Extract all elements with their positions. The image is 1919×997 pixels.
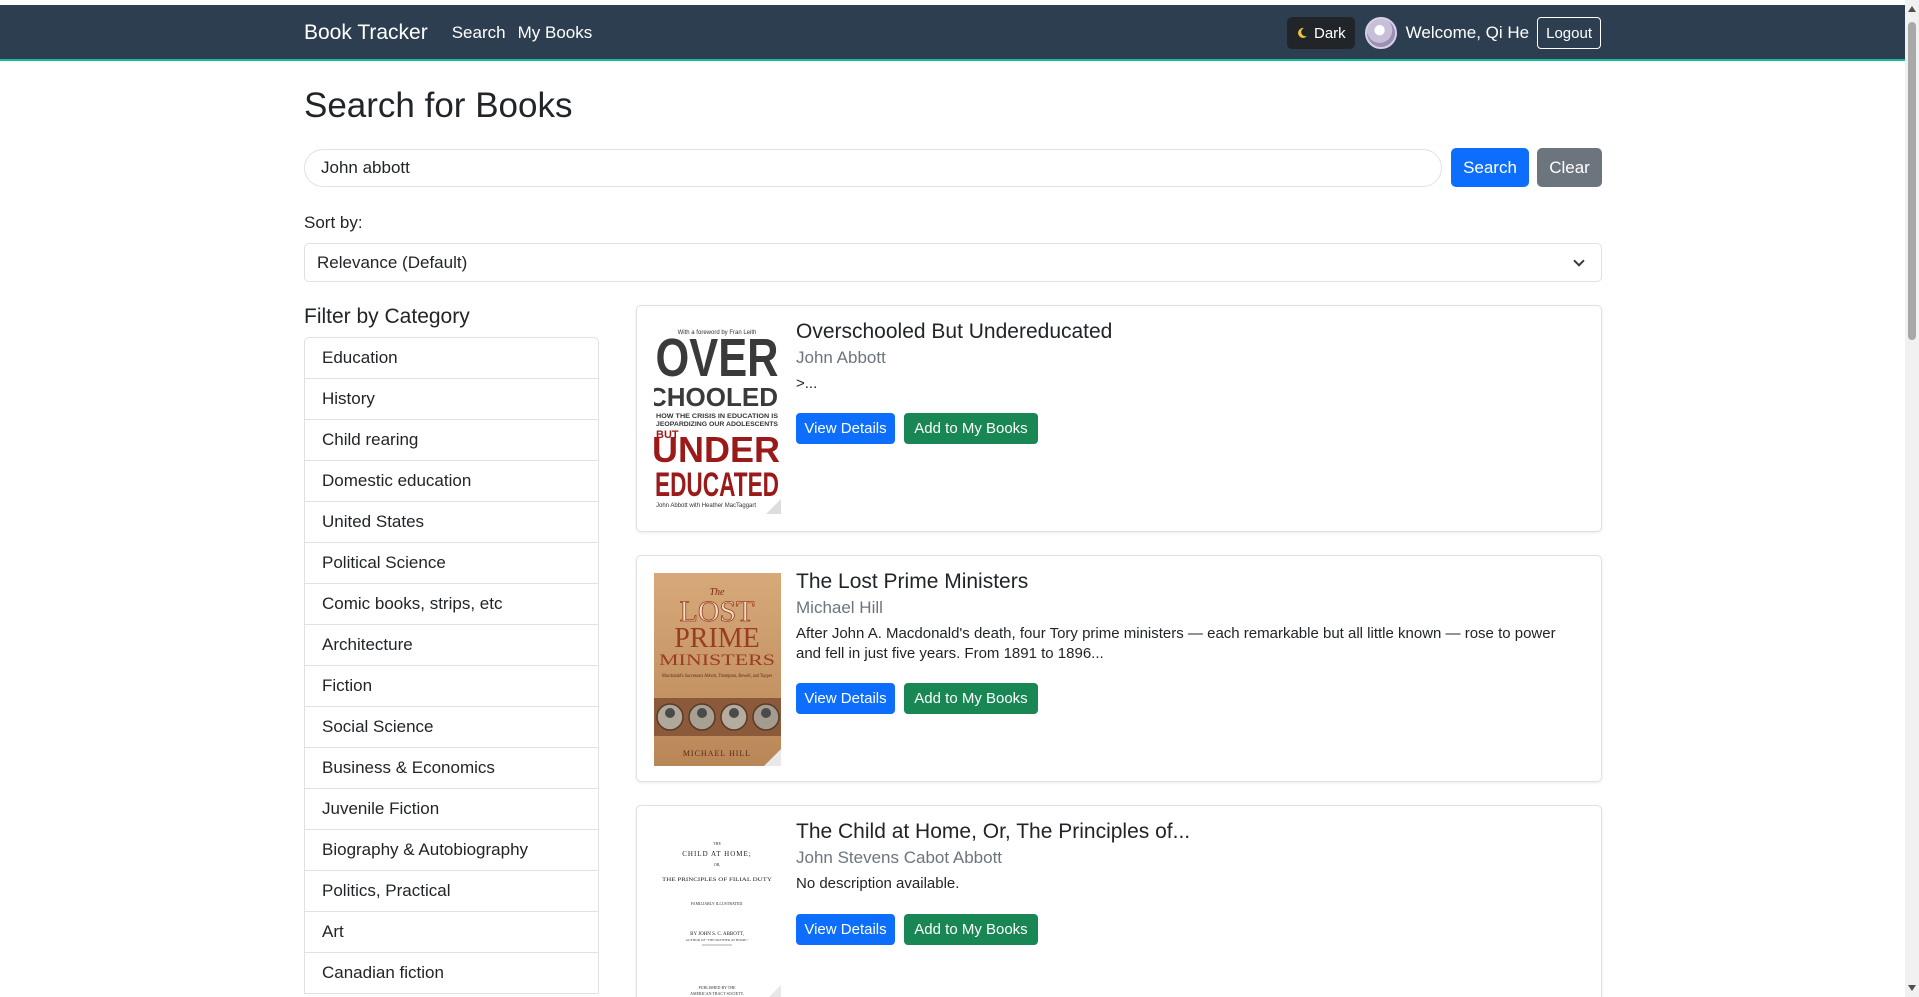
- navbar: Book Tracker Search My Books Dark Welcom…: [0, 5, 1905, 61]
- theme-toggle-label: Dark: [1313, 24, 1346, 42]
- sort-label: Sort by:: [304, 213, 363, 232]
- filter-title: Filter by Category: [304, 305, 470, 328]
- sort-selected-value: Relevance (Default): [317, 252, 468, 272]
- category-item-child-rearing[interactable]: Child rearing: [305, 420, 598, 461]
- brand-link[interactable]: Book Tracker: [304, 21, 428, 45]
- cover-subtitle-2: JEOPARDIZING OUR ADOLESCENTS: [656, 421, 779, 428]
- nav-link-search[interactable]: Search: [452, 23, 506, 43]
- view-details-button[interactable]: View Details: [796, 683, 895, 714]
- category-item-united-states[interactable]: United States: [305, 502, 598, 543]
- book-author: Michael Hill: [796, 598, 883, 617]
- cover-line-over: OVER: [656, 328, 779, 388]
- nav-link-my-books[interactable]: My Books: [518, 23, 593, 43]
- cover-authors: John Abbott with Heather MacTaggart: [656, 503, 756, 509]
- book-description: >...: [796, 375, 818, 392]
- navbar-inner: Book Tracker Search My Books Dark Welcom…: [304, 5, 1601, 61]
- view-details-button[interactable]: View Details: [796, 413, 895, 444]
- cover-line-schooled: SCHOOLED: [654, 382, 778, 412]
- category-item-history[interactable]: History: [305, 379, 598, 420]
- category-item-fiction[interactable]: Fiction: [305, 666, 598, 707]
- book-cover-image[interactable]: With a foreword by Fran Leith OVER SCHOO…: [654, 324, 781, 514]
- scroll-thumb[interactable]: [1908, 22, 1916, 340]
- add-to-my-books-button[interactable]: Add to My Books: [904, 914, 1038, 945]
- cover-line-under: UNDER: [654, 429, 780, 470]
- book-cover-image[interactable]: The LOST PRIME MINISTERS Macdonald's Suc…: [654, 573, 781, 766]
- category-item-politics-practical[interactable]: Politics, Practical: [305, 871, 598, 912]
- cover-line-1: CHILD AT HOME;: [682, 850, 751, 858]
- welcome-text: Welcome, Qi He: [1405, 23, 1530, 42]
- category-item-comic-books[interactable]: Comic books, strips, etc: [305, 584, 598, 625]
- cover-subtitle: Macdonald's Successors Abbott, Thompson,…: [662, 674, 772, 679]
- book-author: John Stevens Cabot Abbott: [796, 848, 1003, 867]
- category-item-canadian-fiction[interactable]: Canadian fiction: [305, 953, 598, 994]
- category-item-architecture[interactable]: Architecture: [305, 625, 598, 666]
- chevron-down-icon: [1573, 255, 1585, 267]
- scroll-up-arrow-icon[interactable]: [1908, 6, 1916, 12]
- avatar[interactable]: [1364, 17, 1397, 49]
- book-title: The Child at Home, Or, The Principles of…: [796, 820, 1191, 843]
- category-list: Education History Child rearing Domestic…: [304, 337, 599, 994]
- navbar-right: Dark Welcome, Qi He Logout: [1286, 17, 1601, 49]
- cover-subtitle-1: HOW THE CRISIS IN EDUCATION IS: [656, 413, 779, 420]
- cover-line-educated: EDUCATED: [655, 466, 779, 504]
- cover-line-5: AUTHOR OF "THE MOTHER AT HOME.": [685, 938, 749, 942]
- category-item-art[interactable]: Art: [305, 912, 598, 953]
- theme-toggle-button[interactable]: Dark: [1286, 17, 1355, 49]
- cover-line-prime: PRIME: [674, 623, 760, 654]
- add-to-my-books-button[interactable]: Add to My Books: [904, 683, 1038, 714]
- search-button[interactable]: Search: [1451, 148, 1529, 187]
- book-description: After John A. Macdonald's death, four To…: [796, 625, 1556, 662]
- cover-author: MICHAEL HILL: [683, 749, 751, 758]
- cover-line-4: BY JOHN S. C. ABBOTT,: [690, 932, 744, 937]
- category-item-biography-autobiography[interactable]: Biography & Autobiography: [305, 830, 598, 871]
- category-item-business-economics[interactable]: Business & Economics: [305, 748, 598, 789]
- sort-select[interactable]: Relevance (Default): [304, 243, 1602, 282]
- book-cover-image[interactable]: THE CHILD AT HOME; OR, THE PRINCIPLES OF…: [654, 823, 781, 997]
- logout-button[interactable]: Logout: [1537, 17, 1601, 49]
- clear-button[interactable]: Clear: [1537, 148, 1602, 187]
- category-item-juvenile-fiction[interactable]: Juvenile Fiction: [305, 789, 598, 830]
- book-card: With a foreword by Fran Leith OVER SCHOO…: [636, 305, 1602, 532]
- scroll-down-arrow-icon[interactable]: [1908, 985, 1916, 991]
- book-author: John Abbott: [796, 348, 886, 367]
- category-item-education[interactable]: Education: [305, 338, 598, 379]
- view-details-button[interactable]: View Details: [796, 914, 895, 945]
- book-card: The LOST PRIME MINISTERS Macdonald's Suc…: [636, 555, 1602, 782]
- cover-line-6: PUBLISHED BY THE: [698, 985, 736, 990]
- category-item-domestic-education[interactable]: Domestic education: [305, 461, 598, 502]
- book-card: THE CHILD AT HOME; OR, THE PRINCIPLES OF…: [636, 805, 1602, 997]
- search-input[interactable]: [304, 149, 1442, 187]
- scrollbar[interactable]: [1905, 0, 1919, 997]
- book-title: The Lost Prime Ministers: [796, 570, 1029, 593]
- category-item-political-science[interactable]: Political Science: [305, 543, 598, 584]
- cover-top: THE: [713, 841, 721, 846]
- cover-line-2: THE PRINCIPLES OF FILIAL DUTY: [662, 878, 773, 883]
- cover-line-3: FAMILIARLY ILLUSTRATED.: [691, 901, 743, 906]
- page-title: Search for Books: [304, 86, 573, 125]
- moon-icon: [1298, 27, 1307, 38]
- cover-line-ministers: MINISTERS: [659, 652, 775, 669]
- book-title: Overschooled But Undereducated: [796, 320, 1113, 343]
- book-description: No description available.: [796, 875, 960, 892]
- category-item-social-science[interactable]: Social Science: [305, 707, 598, 748]
- add-to-my-books-button[interactable]: Add to My Books: [904, 413, 1038, 444]
